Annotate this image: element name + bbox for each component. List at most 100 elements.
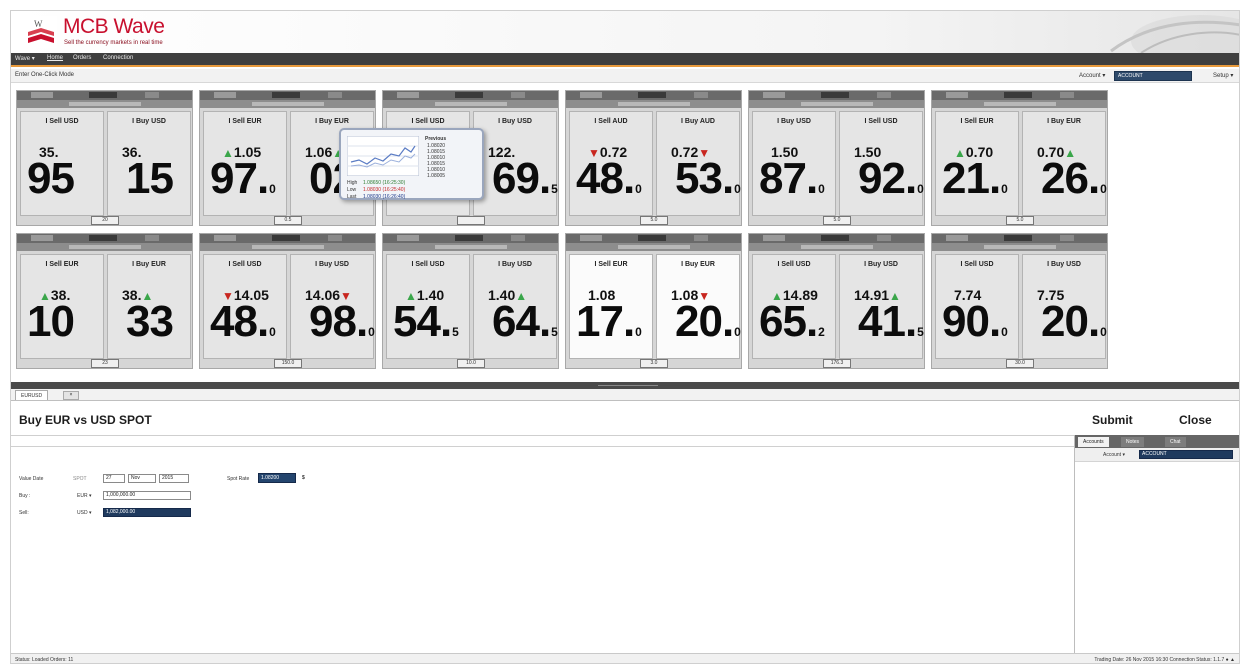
tile-buy-button[interactable]: I Buy USD 7.75 20.0 [1022, 254, 1107, 359]
tile-tenor-select[interactable] [511, 235, 525, 241]
tile-buy-button[interactable]: I Buy EUR 1.08▼ 20.0 [656, 254, 741, 359]
tile-amount-input[interactable] [272, 92, 300, 98]
tile-amount-input[interactable] [638, 92, 666, 98]
buy-amount-input[interactable]: 1,000,000.00 [103, 491, 191, 500]
tile-amount-input[interactable] [821, 235, 849, 241]
tile-buy-button[interactable]: I Sell USD 1.50 92.0 [839, 111, 924, 216]
tile-pair-select[interactable] [946, 235, 968, 241]
sell-amount-input[interactable]: 1,082,000.00 [103, 508, 191, 517]
tile-amount-input[interactable] [638, 235, 666, 241]
tile-amount-input[interactable] [89, 235, 117, 241]
menu-connection[interactable]: Connection [103, 55, 133, 61]
tab-chat[interactable]: Chat [1165, 437, 1186, 447]
tile-sell-button[interactable]: I Sell EUR ▲1.05 97.0 [203, 111, 287, 216]
tile-amount-input[interactable] [455, 235, 483, 241]
tile-pair-select[interactable] [580, 235, 602, 241]
tab-eurusd[interactable]: EURUSD [15, 390, 49, 400]
close-button[interactable]: Close [1179, 413, 1212, 427]
tile-sell-button[interactable]: I Sell USD ▲1.40 54.5 [386, 254, 470, 359]
sell-currency-select[interactable]: USD ▾ [77, 510, 91, 516]
account-select[interactable]: ACCOUNT [1114, 71, 1192, 81]
tile-tenor-select[interactable] [1060, 92, 1074, 98]
pane-splitter[interactable] [11, 382, 1239, 389]
rate-tile: I Sell EUR ▲38. 10 I Buy EUR 38.▲ 33 23 [16, 233, 193, 369]
menu-orders[interactable]: Orders [73, 55, 91, 61]
tile-buy-button[interactable]: I Buy AUD 0.72▼ 53.0 [656, 111, 741, 216]
rate-tile: I Sell EUR 1.08 17.0 I Buy EUR 1.08▼ 20.0 3.0 [565, 233, 742, 369]
tile-pair-select[interactable] [214, 92, 236, 98]
tile-amount-input[interactable] [1004, 92, 1032, 98]
tile-tenor-select[interactable] [1060, 235, 1074, 241]
tile-rate-big-text: 48. [210, 297, 269, 346]
tile-buy-button[interactable]: I Buy EUR 0.70▲ 26.0 [1022, 111, 1107, 216]
tile-tenor-select[interactable] [511, 92, 525, 98]
side-account-select[interactable]: ACCOUNT [1139, 450, 1233, 459]
tile-sell-button[interactable]: I Buy USD 1.50 87.0 [752, 111, 836, 216]
tile-tenor-select[interactable] [694, 235, 708, 241]
tile-pair-select[interactable] [397, 235, 419, 241]
tile-side-label: I Sell USD [45, 118, 79, 125]
submit-button[interactable]: Submit [1092, 413, 1133, 427]
tile-pair-select[interactable] [397, 92, 419, 98]
value-date-year[interactable]: 2015 [159, 474, 189, 483]
tab-close-icon[interactable]: × [63, 391, 79, 400]
tile-buy-button[interactable]: I Buy USD 14.91▲ 41.5 [839, 254, 924, 359]
tab-accounts[interactable]: Accounts [1078, 437, 1109, 447]
tile-pair-select[interactable] [31, 235, 53, 241]
tab-notes[interactable]: Notes [1121, 437, 1145, 447]
tile-rate-big-figure: 64.5 [492, 297, 558, 347]
tile-tenor-select[interactable] [694, 92, 708, 98]
tile-side-label: I Buy EUR [315, 118, 349, 125]
tile-sell-button[interactable]: I Sell EUR ▲38. 10 [20, 254, 104, 359]
splitter-grip[interactable] [598, 385, 658, 386]
tile-buy-button[interactable]: I Buy USD 1.40▲ 64.5 [473, 254, 558, 359]
tile-rate-big-text: 87. [759, 154, 818, 203]
value-date-day[interactable]: 27 [103, 474, 125, 483]
popup-title: Previous [425, 136, 447, 142]
tile-buy-button[interactable]: I Buy USD 14.06▼ 98.0 [290, 254, 375, 359]
tile-sell-button[interactable]: I Sell EUR 1.08 17.0 [569, 254, 653, 359]
tile-value-date-text [435, 102, 507, 106]
tile-tenor-select[interactable] [328, 235, 342, 241]
tile-pair-select[interactable] [763, 92, 785, 98]
tile-buy-button[interactable]: I Buy EUR 38.▲ 33 [107, 254, 191, 359]
tile-pair-select[interactable] [214, 235, 236, 241]
value-date-month[interactable]: Nov [128, 474, 156, 483]
tile-tenor-select[interactable] [877, 235, 891, 241]
tile-rate-pip: 0 [734, 325, 741, 339]
tile-amount-input[interactable] [821, 92, 849, 98]
tile-amount-input[interactable] [455, 92, 483, 98]
tile-buy-button[interactable]: I Buy USD 36. 15 [107, 111, 191, 216]
tile-tenor-select[interactable] [328, 92, 342, 98]
tile-pair-select[interactable] [946, 92, 968, 98]
tile-rate-big-figure: 41.5 [858, 297, 924, 347]
tile-sell-button[interactable]: I Sell USD 35. 95 [20, 111, 104, 216]
tile-rate-pip: 5 [551, 182, 558, 196]
buy-currency-select[interactable]: EUR ▾ [77, 493, 91, 499]
tile-side-label: I Buy USD [498, 261, 532, 268]
tile-buy-button[interactable]: I Buy USD 122. 69.5 [473, 111, 558, 216]
header-decoration [1110, 15, 1239, 53]
tile-tenor-select[interactable] [145, 235, 159, 241]
one-click-mode-toggle[interactable]: Enter One-Click Mode [15, 72, 74, 78]
tile-pair-select[interactable] [31, 92, 53, 98]
tile-sell-button[interactable]: I Sell USD ▼14.05 48.0 [203, 254, 287, 359]
tile-sell-button[interactable]: I Sell AUD ▼0.72 48.0 [569, 111, 653, 216]
account-label[interactable]: Account ▾ [1079, 72, 1105, 79]
tile-rate-pip: 0 [635, 325, 642, 339]
tile-amount-input[interactable] [89, 92, 117, 98]
tile-sell-button[interactable]: I Sell EUR ▲0.70 21.0 [935, 111, 1019, 216]
tile-pair-select[interactable] [580, 92, 602, 98]
tile-amount-input[interactable] [272, 235, 300, 241]
spot-rate-input[interactable]: 1.08200 [258, 473, 296, 483]
setup-menu[interactable]: Setup ▾ [1213, 72, 1233, 79]
tile-rate-big-text: 41. [858, 297, 917, 346]
tile-sell-button[interactable]: I Sell USD 7.74 90.0 [935, 254, 1019, 359]
tile-tenor-select[interactable] [877, 92, 891, 98]
tile-tenor-select[interactable] [145, 92, 159, 98]
tile-amount-input[interactable] [1004, 235, 1032, 241]
menu-home[interactable]: Home [47, 55, 63, 61]
tile-pair-select[interactable] [763, 235, 785, 241]
menu-wave[interactable]: Wave ▾ [15, 55, 35, 62]
tile-sell-button[interactable]: I Sell USD ▲14.89 65.2 [752, 254, 836, 359]
